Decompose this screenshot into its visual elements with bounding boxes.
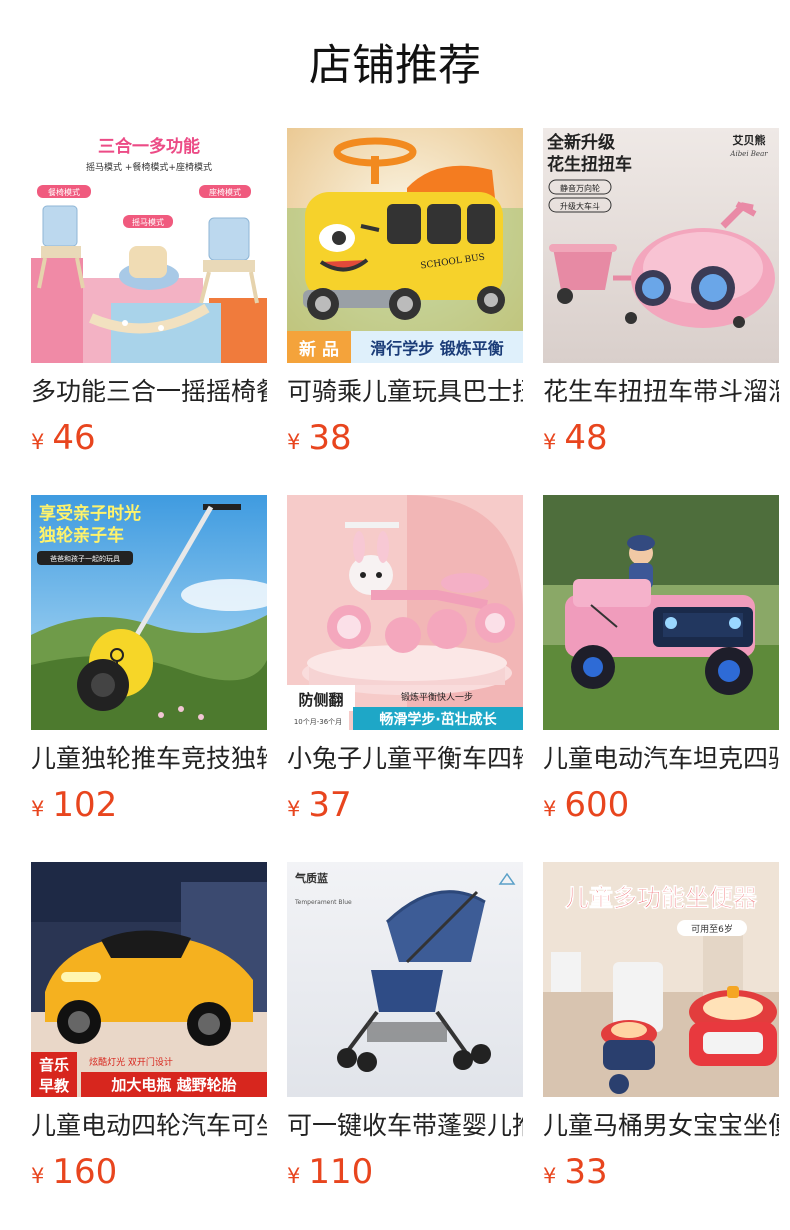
- price-value: 600: [564, 785, 630, 825]
- svg-text:防侧翻: 防侧翻: [298, 691, 343, 709]
- currency-symbol: ¥: [543, 430, 557, 454]
- svg-text:Aibei Bear: Aibei Bear: [729, 150, 768, 158]
- svg-text:早教: 早教: [39, 1077, 70, 1095]
- school-bus-ride-on-image[interactable]: SCHOOL BUS 新 品 滑行学步 锻炼平衡: [287, 128, 523, 363]
- currency-symbol: ¥: [543, 1164, 557, 1188]
- svg-text:加大电瓶 越野轮胎: 加大电瓶 越野轮胎: [110, 1076, 236, 1094]
- section-title: 店铺推荐: [309, 41, 481, 91]
- product-price: ¥48: [543, 416, 608, 460]
- price-value: 110: [308, 1152, 374, 1192]
- product-card[interactable]: 全新升级 花生扭扭车 静音万向轮 升级大车斗 艾贝熊 Aibei Bear 花生…: [543, 128, 779, 495]
- currency-symbol: ¥: [31, 797, 45, 821]
- product-card[interactable]: SCHOOL BUS 新 品 滑行学步 锻炼平衡 可骑乘儿童玩具巴士扭扭车 ¥3…: [287, 128, 523, 495]
- product-card[interactable]: 儿童多功能坐便器 可用至6岁 儿童马桶男女宝宝坐便器 ¥33: [543, 862, 779, 1229]
- svg-text:全新升级: 全新升级: [546, 132, 615, 153]
- svg-text:餐椅模式: 餐椅模式: [48, 187, 80, 197]
- svg-text:音乐: 音乐: [39, 1056, 69, 1074]
- svg-text:静音万向轮: 静音万向轮: [560, 183, 600, 193]
- svg-text:摇马模式: 摇马模式: [132, 217, 164, 227]
- product-price: ¥160: [31, 1150, 117, 1194]
- product-grid: 三合一多功能 摇马模式 +餐椅模式+座椅模式 餐椅模式 摇马模式 座椅模式 多功…: [31, 128, 779, 1229]
- currency-symbol: ¥: [287, 1164, 301, 1188]
- price-value: 102: [52, 785, 118, 825]
- currency-symbol: ¥: [287, 797, 301, 821]
- electric-jeep-image[interactable]: [543, 495, 779, 730]
- product-name[interactable]: 儿童马桶男女宝宝坐便器: [543, 1108, 779, 1144]
- product-price: ¥38: [287, 416, 352, 460]
- svg-text:升级大车斗: 升级大车斗: [560, 201, 600, 211]
- price-value: 160: [52, 1152, 118, 1192]
- unicycle-push-cart-image[interactable]: 享受亲子时光 独轮亲子车 爸爸和孩子一起的玩具: [31, 495, 267, 730]
- price-value: 33: [564, 1152, 608, 1192]
- svg-text:畅滑学步·茁壮成长: 畅滑学步·茁壮成长: [379, 711, 497, 728]
- product-price: ¥33: [543, 1150, 608, 1194]
- svg-text:摇马模式 +餐椅模式+座椅模式: 摇马模式 +餐椅模式+座椅模式: [86, 161, 212, 173]
- svg-text:Temperament Blue: Temperament Blue: [294, 899, 352, 906]
- product-name[interactable]: 儿童电动四轮汽车可坐人: [31, 1108, 267, 1144]
- svg-text:三合一多功能: 三合一多功能: [98, 136, 200, 157]
- product-price: ¥46: [31, 416, 96, 460]
- svg-text:座椅模式: 座椅模式: [209, 187, 241, 197]
- svg-text:独轮亲子车: 独轮亲子车: [39, 525, 124, 546]
- baby-stroller-image[interactable]: 气质蓝 Temperament Blue: [287, 862, 523, 1097]
- svg-text:爸爸和孩子一起的玩具: 爸爸和孩子一起的玩具: [50, 554, 120, 563]
- product-price: ¥600: [543, 783, 629, 827]
- rocking-chair-image[interactable]: 三合一多功能 摇马模式 +餐椅模式+座椅模式 餐椅模式 摇马模式 座椅模式: [31, 128, 267, 363]
- product-name[interactable]: 儿童独轮推车竞技独轮车: [31, 741, 267, 777]
- price-value: 38: [308, 418, 352, 458]
- product-card[interactable]: 三合一多功能 摇马模式 +餐椅模式+座椅模式 餐椅模式 摇马模式 座椅模式 多功…: [31, 128, 267, 495]
- svg-text:锻炼平衡快人一步: 锻炼平衡快人一步: [401, 691, 473, 703]
- product-price: ¥110: [287, 1150, 373, 1194]
- svg-text:可用至6岁: 可用至6岁: [691, 923, 733, 935]
- product-name[interactable]: 可一键收车带蓬婴儿推车: [287, 1108, 523, 1144]
- product-name[interactable]: 花生车扭扭车带斗溜溜车: [543, 374, 779, 410]
- currency-symbol: ¥: [543, 797, 557, 821]
- product-price: ¥102: [31, 783, 117, 827]
- product-card[interactable]: 气质蓝 Temperament Blue 可一键收车带蓬婴儿推车: [287, 862, 523, 1229]
- price-value: 48: [564, 418, 608, 458]
- svg-text:艾贝熊: 艾贝熊: [733, 133, 766, 147]
- peanut-swing-car-image[interactable]: 全新升级 花生扭扭车 静音万向轮 升级大车斗 艾贝熊 Aibei Bear: [543, 128, 779, 363]
- potty-seat-image[interactable]: 儿童多功能坐便器 可用至6岁: [543, 862, 779, 1097]
- product-price: ¥37: [287, 783, 352, 827]
- price-value: 37: [308, 785, 352, 825]
- svg-text:儿童多功能坐便器: 儿童多功能坐便器: [565, 884, 758, 912]
- svg-text:享受亲子时光: 享受亲子时光: [39, 503, 141, 524]
- product-name[interactable]: 可骑乘儿童玩具巴士扭扭车: [287, 374, 523, 410]
- svg-text:气质蓝: 气质蓝: [294, 871, 328, 885]
- currency-symbol: ¥: [31, 430, 45, 454]
- currency-symbol: ¥: [287, 430, 301, 454]
- svg-text:10个月-36个月: 10个月-36个月: [294, 718, 342, 726]
- svg-text:炫酷灯光 双开门设计: 炫酷灯光 双开门设计: [89, 1056, 173, 1068]
- svg-text:花生扭扭车: 花生扭扭车: [547, 154, 632, 175]
- electric-sports-car-image[interactable]: 音乐 早教 炫酷灯光 双开门设计 加大电瓶 越野轮胎: [31, 862, 267, 1097]
- currency-symbol: ¥: [31, 1164, 45, 1188]
- svg-text:滑行学步 锻炼平衡: 滑行学步 锻炼平衡: [370, 339, 504, 358]
- product-name[interactable]: 儿童电动汽车坦克四驱: [543, 741, 779, 777]
- svg-text:新 品: 新 品: [299, 339, 339, 360]
- price-value: 46: [52, 418, 96, 458]
- product-card[interactable]: 儿童电动汽车坦克四驱 ¥600: [543, 495, 779, 862]
- product-card[interactable]: 享受亲子时光 独轮亲子车 爸爸和孩子一起的玩具 儿童独轮推车竞技独轮车 ¥102: [31, 495, 267, 862]
- product-name[interactable]: 小兔子儿童平衡车四轮: [287, 741, 523, 777]
- rabbit-balance-bike-image[interactable]: 防侧翻 锻炼平衡快人一步 10个月-36个月 畅滑学步·茁壮成长: [287, 495, 523, 730]
- product-card[interactable]: 音乐 早教 炫酷灯光 双开门设计 加大电瓶 越野轮胎 儿童电动四轮汽车可坐人 ¥…: [31, 862, 267, 1229]
- product-name[interactable]: 多功能三合一摇摇椅餐椅: [31, 374, 267, 410]
- product-card[interactable]: 防侧翻 锻炼平衡快人一步 10个月-36个月 畅滑学步·茁壮成长 小兔子儿童平衡…: [287, 495, 523, 862]
